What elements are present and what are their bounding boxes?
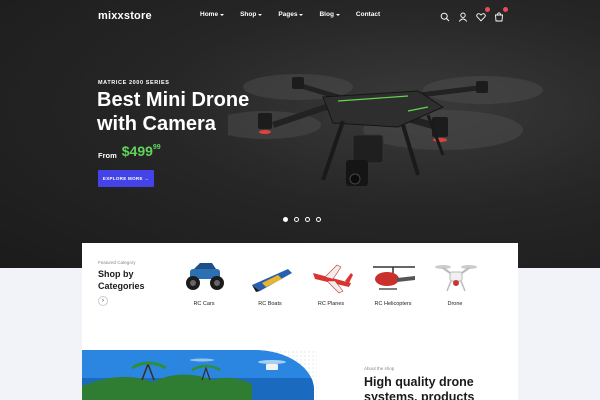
category-rc-planes[interactable]: RC Planes [301,259,361,314]
user-icon[interactable] [458,9,468,22]
menu-item-label: Contact [355,11,381,18]
chevron-down-icon [220,13,225,16]
categories-title: Shop by Categories [98,268,168,292]
heart-icon[interactable] [476,7,490,22]
top-navigation: mixxstore Home Shop Pages Blog Contact [0,0,600,30]
about-section: About the shop High quality drone system… [82,325,518,400]
categories-title-line: Shop by [98,269,134,279]
menu-item-pages[interactable]: Pages [278,11,304,18]
about-photo [82,350,314,400]
rc-helicopter-image [373,266,415,290]
chevron-down-icon [258,13,263,16]
drone-thumbnail-image [435,265,477,292]
categories-title-line: Categories [98,281,145,291]
wishlist-badge [485,7,490,12]
category-label: Drone [447,301,463,307]
search-icon[interactable] [440,9,450,22]
site-logo[interactable]: mixxstore [98,10,152,22]
category-rc-helicopters[interactable]: RC Helicopters [363,259,423,314]
chevron-down-icon [299,13,304,16]
category-rc-boats[interactable]: RC Boats [240,259,300,314]
menu-item-home[interactable]: Home [200,11,225,18]
explore-more-button[interactable]: EXPLORE MORE → [98,170,154,187]
chevron-down-icon [335,13,340,16]
hero-slider-dots [283,217,321,222]
slider-dot[interactable] [294,217,299,222]
categories-section: Featured Category Shop by Categories › R… [82,243,518,325]
rc-car-image [186,263,224,290]
hero-series-label: MATRICE 2000 SERIES [98,80,170,86]
category-rc-cars[interactable]: RC Cars [174,259,234,314]
menu-item-label: Home [200,11,219,18]
category-label: RC Helicopters [374,301,412,307]
rc-boat-image [252,269,292,292]
hero-section: mixxstore Home Shop Pages Blog Contact M… [0,0,600,268]
main-menu: Home Shop Pages Blog Contact [200,11,396,18]
about-title: High quality drone systems, products [364,375,514,400]
menu-item-contact[interactable]: Contact [356,11,380,18]
category-drone[interactable]: Drone [425,259,485,314]
from-label: From [98,151,117,160]
menu-item-label: Shop [240,11,257,18]
menu-item-label: Blog [319,11,334,18]
category-label: RC Boats [258,301,282,307]
slider-dot[interactable] [305,217,310,222]
about-title-line: High quality drone [364,375,474,389]
menu-item-blog[interactable]: Blog [319,11,340,18]
menu-item-shop[interactable]: Shop [240,11,263,18]
cart-icon[interactable] [494,7,508,22]
categories-eyebrow: Featured Category [98,260,136,265]
price-value: $499 [121,143,153,159]
slider-dot[interactable] [283,217,288,222]
hero-price: From $499 99 [98,143,161,160]
drone-image [211,55,598,225]
header-actions [440,7,508,22]
price-cents: 99 [152,144,161,151]
slider-dot[interactable] [316,217,321,222]
rc-plane-image [313,264,353,294]
arrow-right-icon: › [102,298,104,304]
categories-next-button[interactable]: › [98,296,108,306]
category-label: RC Cars [193,301,215,307]
about-title-line: systems, products [364,390,475,400]
menu-item-label: Pages [278,11,298,18]
about-eyebrow: About the shop [364,366,395,371]
category-label: RC Planes [317,301,345,307]
cart-badge [503,7,508,12]
